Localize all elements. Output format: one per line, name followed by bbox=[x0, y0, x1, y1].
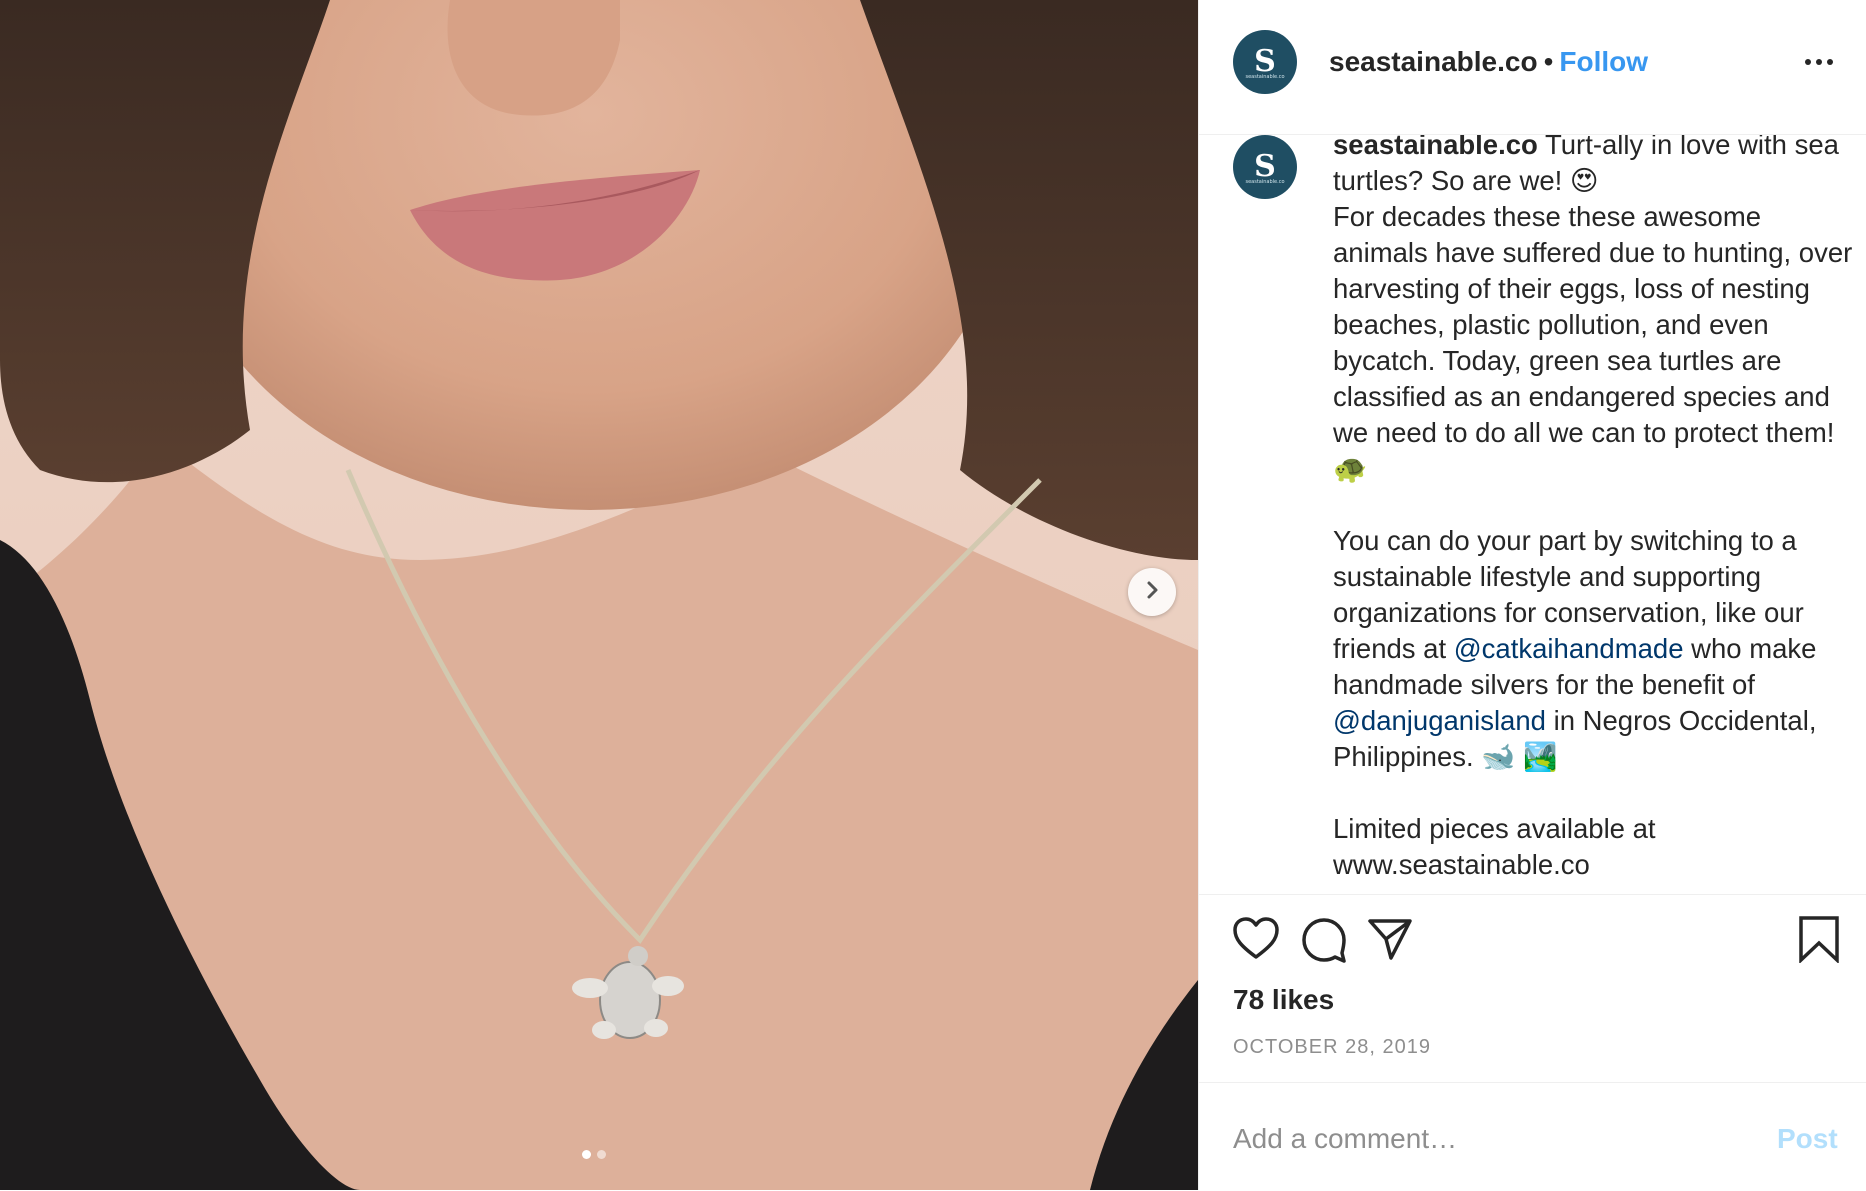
comment-input[interactable] bbox=[1233, 1119, 1733, 1159]
more-icon-dot bbox=[1827, 59, 1833, 65]
avatar-subtext: seastainable.co bbox=[1245, 74, 1285, 80]
more-icon bbox=[1805, 59, 1811, 65]
avatar[interactable]: S seastainable.co bbox=[1233, 30, 1297, 94]
carousel-indicator bbox=[582, 1150, 606, 1159]
caption-username[interactable]: seastainable.co bbox=[1333, 135, 1538, 160]
more-options-button[interactable] bbox=[1789, 40, 1849, 84]
username-link[interactable]: seastainable.co bbox=[1329, 46, 1538, 77]
separator-dot: • bbox=[1543, 46, 1554, 77]
caption-avatar[interactable]: S seastainable.co bbox=[1233, 135, 1297, 199]
caption-body: Turt-ally in love with sea turtles? So a… bbox=[1333, 135, 1853, 664]
post-comment-button[interactable]: Post bbox=[1777, 1123, 1838, 1155]
carousel-dot bbox=[597, 1150, 606, 1159]
post-header: S seastainable.co seastainable.co • Follow bbox=[1199, 0, 1866, 135]
carousel-dot-active bbox=[582, 1150, 591, 1159]
post-date[interactable]: OCTOBER 28, 2019 bbox=[1233, 1036, 1431, 1059]
heart-icon[interactable] bbox=[1233, 917, 1279, 966]
share-icon[interactable] bbox=[1367, 917, 1413, 966]
mention-link[interactable]: @catkaihandmade bbox=[1454, 633, 1684, 664]
avatar-subtext: seastainable.co bbox=[1245, 179, 1285, 185]
post-side-panel: S seastainable.co seastainable.co • Follow… bbox=[1198, 0, 1866, 1190]
chevron-right-icon bbox=[1141, 579, 1163, 606]
next-photo-button[interactable] bbox=[1128, 568, 1176, 616]
caption-area: S seastainable.co seastainable.co Turt-a… bbox=[1199, 135, 1866, 893]
caption-text: seastainable.co Turt-ally in love with s… bbox=[1333, 135, 1853, 883]
header-user-line: seastainable.co • Follow bbox=[1329, 44, 1648, 80]
comment-icon[interactable] bbox=[1301, 917, 1347, 968]
bookmark-icon[interactable] bbox=[1797, 915, 1841, 968]
mention-link[interactable]: @danjuganisland bbox=[1333, 705, 1546, 736]
avatar-letter: S bbox=[1254, 149, 1276, 184]
likes-count[interactable]: 78 likes bbox=[1233, 984, 1334, 1016]
avatar-letter: S bbox=[1254, 44, 1276, 79]
comment-bar: Post bbox=[1199, 1082, 1866, 1191]
more-icon-dot bbox=[1816, 59, 1822, 65]
follow-button[interactable]: Follow bbox=[1559, 46, 1648, 77]
photo-illustration bbox=[0, 0, 1198, 1190]
post-photo[interactable] bbox=[0, 0, 1198, 1190]
